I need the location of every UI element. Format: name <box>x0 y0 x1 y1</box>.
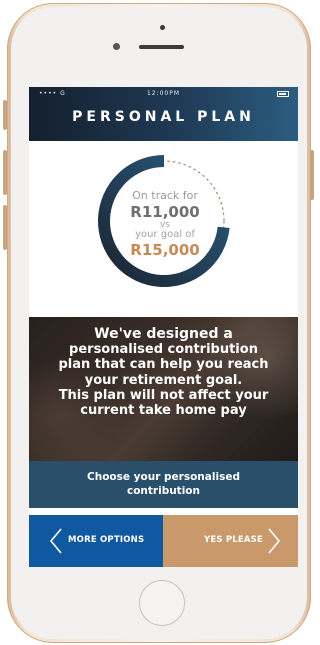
sensor-icon <box>113 43 120 50</box>
page-title: PERSONAL PLAN <box>72 109 255 125</box>
background-photo: We've designed a personalised contributi… <box>29 317 298 461</box>
ring-summary: On track for R11,000 vs your goal of R15… <box>113 189 217 259</box>
chevron-left-icon <box>49 528 62 554</box>
message-line: plan that can help you reach <box>58 357 269 373</box>
status-time: 12:00PM <box>146 90 181 97</box>
battery-icon <box>277 91 289 97</box>
chevron-right-icon <box>268 528 281 554</box>
divider <box>29 508 298 515</box>
home-button[interactable] <box>139 580 185 626</box>
more-options-label: MORE OPTIONS <box>68 535 145 545</box>
header-bar: •••• G 12:00PM PERSONAL PLAN <box>29 87 298 141</box>
cta-line: contribution <box>126 485 200 497</box>
progress-section: On track for R11,000 vs your goal of R15… <box>29 141 298 317</box>
message-line: your retirement goal. <box>84 372 243 388</box>
yes-please-label: YES PLEASE <box>204 535 264 545</box>
on-track-label: On track for <box>132 189 198 202</box>
goal-amount: R15,000 <box>130 241 200 259</box>
more-options-button[interactable]: MORE OPTIONS <box>29 515 163 567</box>
volume-down-button <box>3 205 7 250</box>
choose-contribution-banner: Choose your personalised contribution <box>29 461 298 508</box>
speaker-grille <box>139 45 184 49</box>
goal-label: your goal of <box>135 229 195 240</box>
message-line: We've designed a <box>94 326 233 342</box>
message-line: current take home pay <box>80 403 247 419</box>
message-line: personalised contribution <box>69 342 258 358</box>
power-button <box>310 150 314 200</box>
yes-please-button[interactable]: YES PLEASE <box>163 515 298 567</box>
volume-up-button <box>3 150 7 195</box>
choose-contribution-text: Choose your personalised contribution <box>49 470 278 498</box>
front-camera-icon <box>160 25 165 30</box>
message-line: This plan will not affect your <box>58 387 269 403</box>
app-screen: •••• G 12:00PM PERSONAL PLAN On track fo… <box>29 87 298 567</box>
mute-switch <box>3 100 7 130</box>
on-track-amount: R11,000 <box>130 203 200 221</box>
status-bar: •••• G 12:00PM <box>29 90 298 100</box>
plan-message: We've designed a personalised contributi… <box>39 326 288 419</box>
cta-line: Choose your personalised <box>87 471 240 483</box>
